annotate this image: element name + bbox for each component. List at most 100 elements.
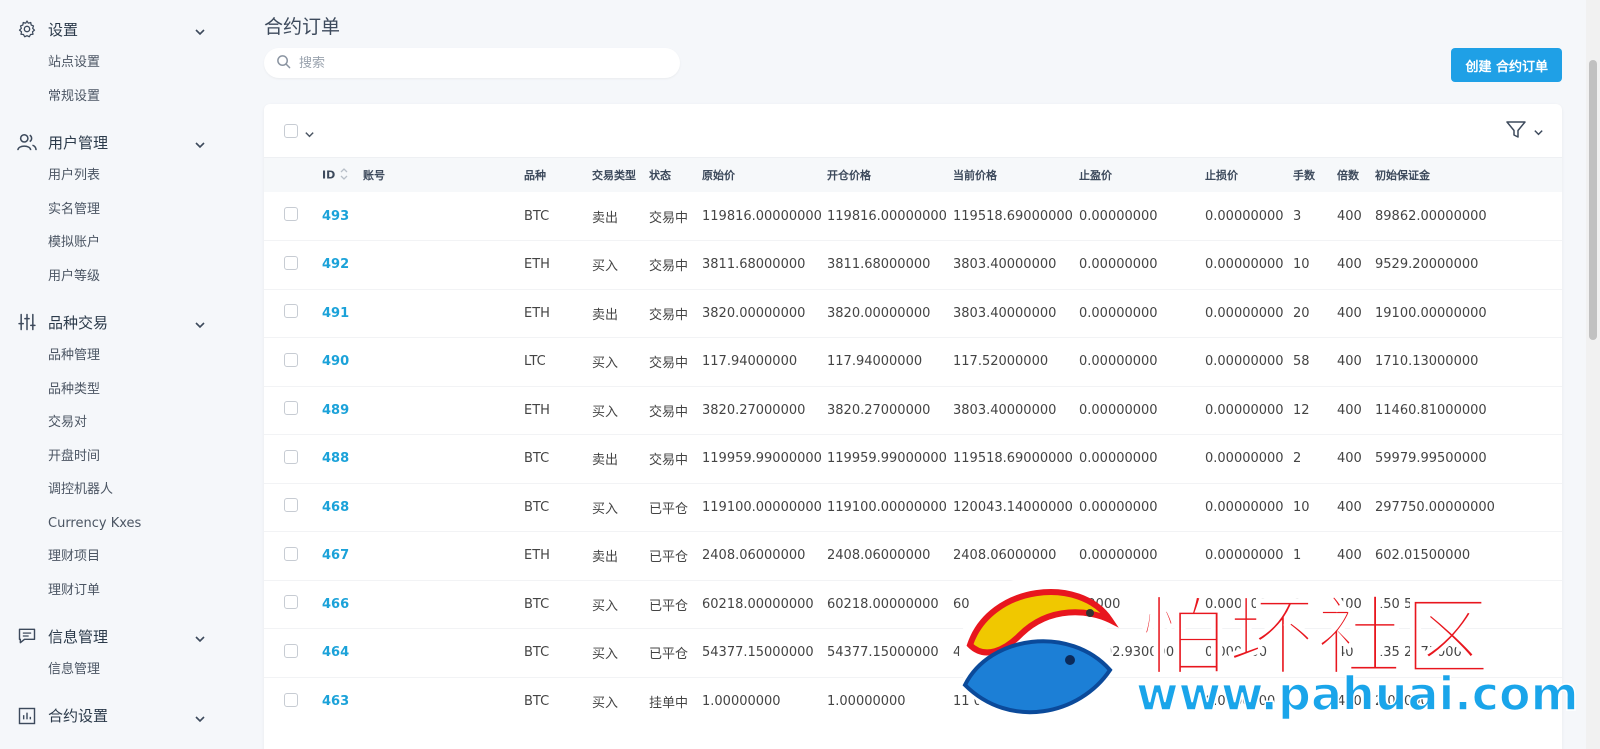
sidebar-item[interactable]: 模拟账户: [0, 226, 240, 260]
cell-type: 买入: [592, 482, 649, 532]
scrollbar-thumb[interactable]: [1589, 60, 1597, 340]
cell-tp: 0.00000000: [1079, 208, 1158, 224]
order-id-link[interactable]: 491: [322, 306, 349, 321]
order-id-link[interactable]: 467: [322, 548, 349, 563]
order-id-link[interactable]: 468: [322, 500, 349, 515]
sidebar-group-header[interactable]: 品种交易: [0, 305, 240, 339]
cell-orig: 54377.15000000: [702, 628, 827, 677]
cell-open: 119816.00000000: [827, 208, 947, 224]
table-row[interactable]: 491 ETH 卖出 交易中 3820.00000000 3820.00000000 380…: [264, 288, 1562, 338]
row-checkbox[interactable]: [284, 207, 298, 221]
order-id-link[interactable]: 490: [322, 354, 349, 369]
table-row[interactable]: 489 ETH 买入 交易中 3820.27000000 3820.27000000 380…: [264, 385, 1562, 435]
search-box[interactable]: [264, 48, 680, 78]
cell-id: 468: [322, 482, 363, 532]
cell-orig: 2408.06000000: [702, 531, 827, 580]
cell-type: 买入: [592, 240, 649, 289]
cell-symbol: BTC: [524, 482, 592, 532]
row-checkbox[interactable]: [284, 643, 298, 658]
row-checkbox[interactable]: [284, 304, 298, 319]
cell-symbol: BTC: [524, 628, 592, 677]
table-row[interactable]: 493 BTC 卖出 交易中 119816.00000000 119816.0000000…: [264, 192, 1562, 241]
cell-orig: 119959.99000000: [702, 434, 827, 483]
order-id-link[interactable]: 463: [322, 694, 349, 709]
row-checkbox[interactable]: [284, 401, 298, 416]
cell-account: [363, 482, 524, 532]
sidebar-item[interactable]: 信息管理: [0, 653, 240, 687]
table-row[interactable]: 464 BTC 买入 已平仓 54377.15000000 54377.15000000 4…: [264, 628, 1562, 677]
cell-sl: 0.00000000: [1205, 208, 1284, 224]
table-row[interactable]: 488 BTC 卖出 交易中 119959.99000000 119959.9900000…: [264, 434, 1562, 483]
sidebar-item[interactable]: 用户等级: [0, 260, 240, 294]
table-row[interactable]: 467 ETH 卖出 已平仓 2408.06000000 2408.06000000 240…: [264, 531, 1562, 580]
cell-margin: 1710.13000000: [1375, 337, 1562, 386]
row-checkbox-cell: [264, 240, 322, 289]
row-checkbox[interactable]: [284, 498, 298, 513]
order-id-link[interactable]: 493: [322, 209, 349, 224]
cell-mult: 400: [1337, 240, 1375, 289]
cell-status: 已平仓: [649, 579, 702, 629]
sidebar-item[interactable]: 实名管理: [0, 193, 240, 227]
row-checkbox[interactable]: [284, 449, 298, 464]
table-row[interactable]: 490 LTC 买入 交易中 117.94000000 117.94000000 117.5…: [264, 337, 1562, 386]
sidebar-group: 品种交易 品种管理 品种类型 交易对 开盘时间 调控机器人 Currency Kxes 理财项…: [0, 305, 240, 607]
row-checkbox-cell: [264, 337, 322, 386]
sidebar-group-header[interactable]: 用户管理: [0, 125, 240, 159]
cell-lots: 0: [1293, 579, 1337, 629]
sidebar-item[interactable]: 开盘时间: [0, 440, 240, 474]
filter-button[interactable]: [1505, 120, 1544, 144]
sidebar-group-header[interactable]: 合约设置: [0, 699, 240, 733]
row-checkbox[interactable]: [284, 255, 298, 270]
order-id-link[interactable]: 466: [322, 597, 349, 612]
cell-lots: 10: [1293, 240, 1337, 289]
vertical-scrollbar[interactable]: [1586, 0, 1600, 749]
order-id-link[interactable]: 488: [322, 451, 349, 466]
sidebar-group-header[interactable]: 信息管理: [0, 619, 240, 653]
table-toolbar: [264, 104, 1562, 158]
select-all-checkbox[interactable]: [284, 124, 298, 138]
sidebar-group-label: 信息管理: [48, 627, 109, 646]
cell-open: 54377.15000000: [827, 628, 953, 677]
chevron-down-icon[interactable]: [304, 125, 315, 144]
cell-symbol: BTC: [524, 434, 592, 483]
sidebar-item[interactable]: 用户列表: [0, 159, 240, 193]
cell-lots: 58: [1293, 337, 1337, 386]
table-row[interactable]: 463 BTC 买入 挂单中 1.00000000 1.00000000 11 00000 0…: [264, 676, 1562, 726]
cell-orig: 119100.00000000: [702, 482, 827, 532]
order-id-link[interactable]: 489: [322, 403, 349, 418]
sidebar-item[interactable]: 站点设置: [0, 46, 240, 80]
cell-open: 119959.99000000: [827, 434, 953, 483]
cell-type: 卖出: [592, 434, 649, 483]
cell-sl: 0.00000000: [1205, 482, 1293, 532]
sidebar-item[interactable]: 常规设置: [0, 80, 240, 114]
sort-icon[interactable]: [339, 167, 349, 184]
column-header: 开仓价格: [827, 158, 953, 192]
row-checkbox[interactable]: [284, 546, 298, 561]
cell-status: 交易中: [649, 337, 702, 386]
cell-open: 3820.27000000: [827, 385, 953, 435]
cell-mult: 400: [1337, 208, 1362, 224]
order-id-link[interactable]: 492: [322, 257, 349, 272]
table-row[interactable]: 468 BTC 买入 已平仓 119100.00000000 119100.0000000…: [264, 482, 1562, 532]
sidebar-item[interactable]: 理财项目: [0, 540, 240, 574]
sidebar-item[interactable]: 品种管理: [0, 339, 240, 373]
sidebar-item[interactable]: 品种类型: [0, 373, 240, 407]
cell-tp: 0.00000000: [1079, 337, 1205, 386]
sidebar-item[interactable]: 调控机器人: [0, 473, 240, 507]
table-row[interactable]: 466 BTC 买入 已平仓 60218.00000000 60218.00000000 6…: [264, 579, 1562, 629]
column-header[interactable]: ID: [322, 158, 363, 192]
row-checkbox[interactable]: [284, 352, 298, 367]
order-id-link[interactable]: 464: [322, 645, 349, 660]
table-row[interactable]: 492 ETH 买入 交易中 3811.68000000 3811.68000000 380…: [264, 240, 1562, 289]
sidebar-item[interactable]: 理财订单: [0, 574, 240, 608]
sidebar-item[interactable]: Currency Kxes: [0, 507, 240, 541]
row-checkbox[interactable]: [284, 692, 298, 707]
sidebar-item[interactable]: 交易对: [0, 406, 240, 440]
cell-status: 挂单中: [649, 676, 702, 726]
create-contract-order-button[interactable]: 创建 合约订单: [1451, 48, 1562, 82]
cell-cur: 2408.06000000: [953, 531, 1079, 580]
sidebar-group: 用户管理 用户列表 实名管理 模拟账户 用户等级: [0, 125, 240, 293]
row-checkbox[interactable]: [284, 595, 298, 610]
search-input[interactable]: [299, 55, 639, 71]
sidebar-group-header[interactable]: 设置: [0, 12, 240, 46]
